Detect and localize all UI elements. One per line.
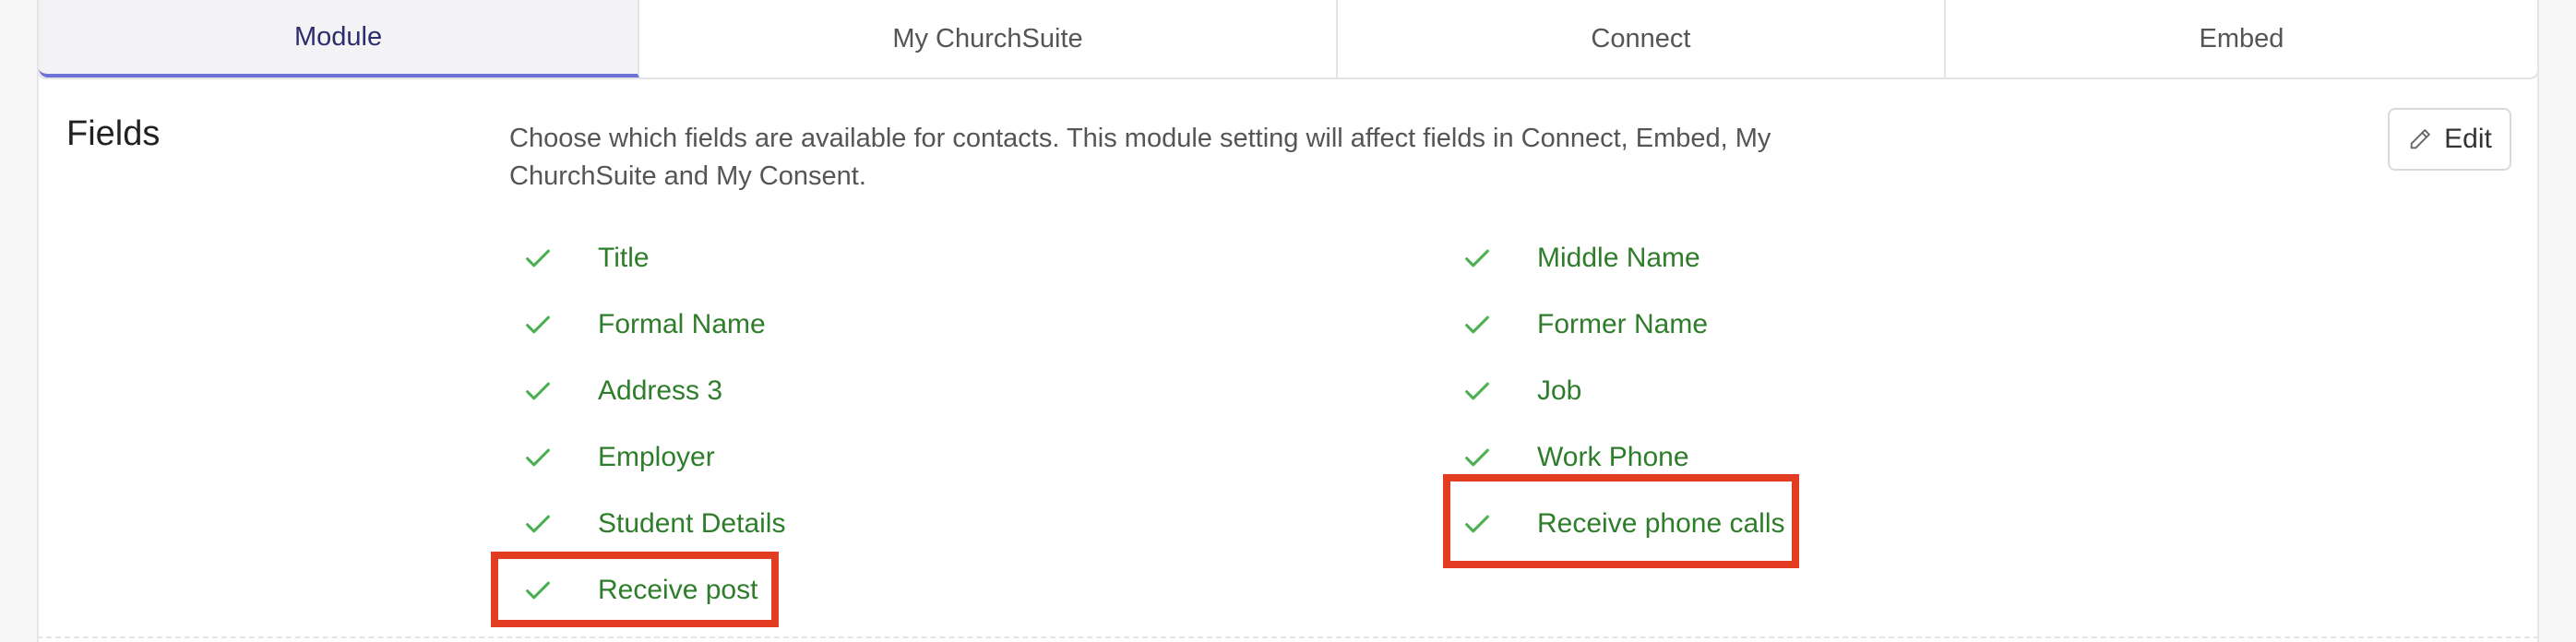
field-title: Title <box>522 231 650 286</box>
check-icon <box>1465 382 1489 400</box>
check-icon <box>526 448 550 467</box>
pencil-icon <box>2410 129 2430 149</box>
check-icon <box>1465 448 1489 467</box>
field-label: Student Details <box>598 508 786 539</box>
highlight-box-receive-phone-calls <box>1443 474 1799 568</box>
section-title: Fields <box>66 114 161 153</box>
divider <box>37 636 2539 638</box>
field-label: Employer <box>598 442 715 472</box>
check-icon <box>526 315 550 334</box>
field-middle-name: Middle Name <box>1461 231 1700 286</box>
field-label: Title <box>598 243 650 273</box>
check-icon <box>526 382 550 400</box>
field-label: Middle Name <box>1537 243 1700 273</box>
field-label: Former Name <box>1537 309 1709 339</box>
field-address-3: Address 3 <box>522 363 722 419</box>
edit-button-label: Edit <box>2444 124 2492 154</box>
tab-module[interactable]: Module <box>39 0 640 77</box>
check-icon <box>526 515 550 533</box>
tab-connect[interactable]: Connect <box>1338 0 1946 77</box>
check-icon <box>1465 315 1489 334</box>
highlight-box-receive-post <box>491 552 779 627</box>
check-icon <box>526 249 550 268</box>
section-description: Choose which fields are available for co… <box>509 124 1771 191</box>
field-student-details: Student Details <box>522 496 785 552</box>
tab-bar: Module My ChurchSuite Connect Embed <box>37 0 2539 79</box>
field-employer: Employer <box>522 430 715 485</box>
tab-my-churchsuite[interactable]: My ChurchSuite <box>639 0 1338 77</box>
field-label: Work Phone <box>1537 442 1689 472</box>
field-formal-name: Formal Name <box>522 297 766 352</box>
check-icon <box>1465 249 1489 268</box>
tab-embed[interactable]: Embed <box>1946 0 2537 77</box>
field-label: Address 3 <box>598 375 723 406</box>
field-former-name: Former Name <box>1461 297 1708 352</box>
field-label: Formal Name <box>598 309 766 339</box>
settings-card <box>37 0 2539 642</box>
edit-button[interactable]: Edit <box>2388 108 2511 171</box>
field-job: Job <box>1461 363 1581 419</box>
field-label: Job <box>1537 375 1582 406</box>
